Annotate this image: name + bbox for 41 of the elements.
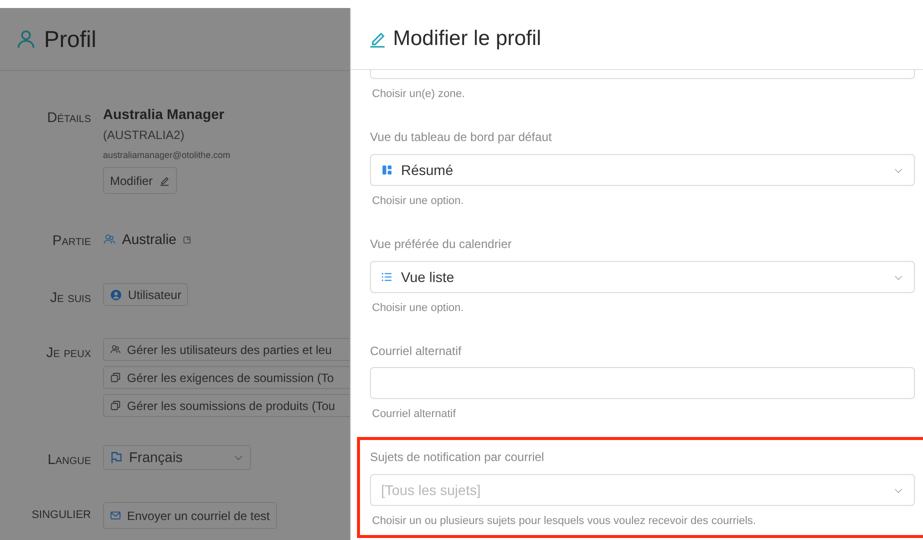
language-select[interactable]: Français (103, 445, 251, 470)
list-icon (381, 271, 393, 283)
field-label: Langue (46, 450, 91, 469)
users-icon (110, 344, 121, 355)
party-name: Australie (122, 230, 176, 249)
edit-button[interactable]: Modifier (103, 167, 177, 194)
input-field[interactable] (370, 367, 915, 399)
select-field[interactable]: Vue liste (370, 261, 915, 293)
users-icon (103, 233, 116, 246)
external-icon (182, 234, 192, 244)
field-label: Partie (51, 231, 91, 250)
field-label: Vue préférée du calendrier (370, 236, 513, 252)
page-title: Profil (44, 24, 96, 54)
field-label: Sujets de notification par courriel (370, 449, 546, 465)
email-text: australiamanager@otolithe.com (103, 149, 230, 162)
field-label: Je peux (45, 343, 91, 362)
hint-text: Courriel alternatif (372, 407, 457, 421)
select-field[interactable]: Résumé (370, 154, 915, 186)
field-label: Courriel alternatif (370, 343, 462, 359)
copy-icon (110, 372, 121, 383)
hint-text: Choisir une option. (372, 301, 465, 315)
field-label: Détails (46, 108, 91, 127)
field-label: Vue du tableau de bord par défaut (370, 129, 553, 145)
hint-text: Choisir un ou plusieurs sujets pour lesquels vous voulez recevoir des courriels. (372, 514, 757, 528)
mail-icon (110, 510, 121, 521)
user-name: Australia Manager (103, 105, 226, 124)
hint-text: Choisir une option. (372, 194, 465, 208)
field-label: Je suis (49, 288, 91, 307)
input-field[interactable] (370, 70, 915, 79)
drawer-title: Modifier le profil (393, 26, 542, 52)
dashboard-icon (381, 164, 393, 176)
person-icon (16, 29, 36, 49)
role-badge: Utilisateur (103, 283, 188, 306)
flag-icon (110, 451, 123, 464)
pencil-icon (158, 175, 170, 186)
hint-text: Choisir un(e) zone. (372, 87, 466, 101)
copy-icon (110, 400, 121, 411)
user-circle-icon (110, 288, 122, 300)
username: (AUSTRALIA2) (103, 127, 186, 144)
field-label: SINGULIER (30, 508, 91, 523)
send-test-email-button[interactable]: Envoyer un courriel de test (103, 502, 277, 529)
